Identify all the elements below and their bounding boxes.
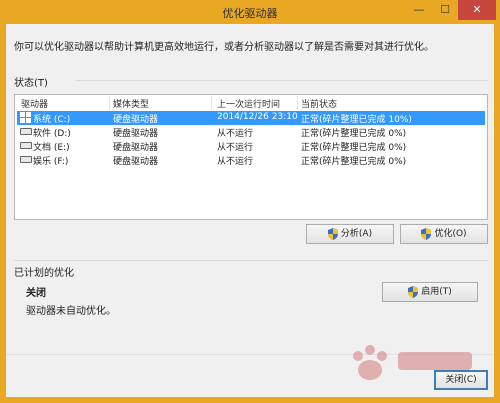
drive-status: 正常(碎片整理已完成 0%) [301, 143, 407, 153]
minimize-button[interactable]: — [406, 0, 432, 20]
drive-name: 娱乐 (F:) [33, 157, 69, 167]
drive-row-c[interactable]: 系统 (C:) 硬盘驱动器 2014/12/26 23:10 正常(碎片整理已完… [17, 111, 485, 125]
windows-drive-icon [20, 112, 31, 123]
uac-shield-icon [408, 285, 419, 298]
optimize-drives-window: 优化驱动器 — ☐ ✕ 你可以优化驱动器以帮助计算机更高效地运行，或者分析驱动器… [0, 0, 500, 403]
column-header-drive[interactable]: 驱动器 [21, 97, 48, 110]
drive-media-type: 硬盘驱动器 [113, 129, 159, 139]
drive-name: 系统 (C:) [33, 115, 71, 125]
uac-shield-icon [327, 227, 338, 240]
close-button[interactable]: 关闭(C) [434, 370, 488, 390]
column-divider [109, 96, 110, 110]
column-header-last-run[interactable]: 上一次运行时间 [217, 97, 280, 110]
title-bar[interactable]: 优化驱动器 — ☐ ✕ [0, 0, 500, 24]
drive-media-type: 硬盘驱动器 [113, 157, 159, 167]
drive-row-e[interactable]: 文档 (E:) 硬盘驱动器 从不运行 正常(碎片整理已完成 0%) [17, 139, 485, 153]
scheduled-separator [14, 260, 488, 261]
dialog-body: 你可以优化驱动器以帮助计算机更高效地运行，或者分析驱动器以了解是否需要对其进行优… [6, 24, 494, 397]
drive-name: 软件 (D:) [33, 129, 71, 139]
analyze-button[interactable]: 分析(A) [306, 224, 394, 244]
drive-last-run: 从不运行 [217, 129, 254, 139]
drive-list[interactable]: 驱动器 媒体类型 上一次运行时间 当前状态 系统 (C:) 硬盘驱动器 2014… [14, 94, 488, 220]
drive-last-run: 2014/12/26 23:10 [217, 112, 298, 122]
scheduled-note: 驱动器未自动优化。 [26, 306, 116, 317]
maximize-button[interactable]: ☐ [432, 0, 458, 20]
scheduled-optimization-label: 已计划的优化 [14, 268, 74, 279]
optimize-button-label: 优化(O) [434, 229, 467, 239]
analyze-button-label: 分析(A) [340, 229, 373, 239]
hard-drive-icon [20, 156, 32, 163]
column-header-status[interactable]: 当前状态 [301, 97, 337, 110]
uac-shield-icon [421, 227, 432, 240]
drive-list-header: 驱动器 媒体类型 上一次运行时间 当前状态 [15, 95, 487, 111]
optimize-button[interactable]: 优化(O) [400, 224, 488, 244]
drive-status: 正常(碎片整理已完成 0%) [301, 129, 407, 139]
enable-button-label: 启用(T) [421, 287, 452, 297]
drive-row-d[interactable]: 软件 (D:) 硬盘驱动器 从不运行 正常(碎片整理已完成 0%) [17, 125, 485, 139]
status-label: 状态(T) [14, 78, 48, 89]
description-text: 你可以优化驱动器以帮助计算机更高效地运行，或者分析驱动器以了解是否需要对其进行优… [14, 42, 434, 53]
hard-drive-icon [20, 128, 32, 135]
drive-status: 正常(碎片整理已完成 0%) [301, 157, 407, 167]
drive-last-run: 从不运行 [217, 157, 254, 167]
drive-media-type: 硬盘驱动器 [113, 143, 159, 153]
drive-last-run: 从不运行 [217, 143, 254, 153]
close-window-button[interactable]: ✕ [458, 0, 496, 20]
scheduled-state: 关闭 [26, 288, 46, 299]
drive-media-type: 硬盘驱动器 [113, 115, 159, 125]
drive-status: 正常(碎片整理已完成 10%) [301, 115, 412, 125]
status-separator [76, 80, 488, 81]
column-divider [211, 96, 212, 110]
drive-row-f[interactable]: 娱乐 (F:) 硬盘驱动器 从不运行 正常(碎片整理已完成 0%) [17, 153, 485, 167]
column-header-media-type[interactable]: 媒体类型 [113, 97, 149, 110]
hard-drive-icon [20, 142, 32, 149]
drive-name: 文档 (E:) [33, 143, 70, 153]
column-divider [297, 96, 298, 110]
enable-button[interactable]: 启用(T) [382, 282, 478, 302]
